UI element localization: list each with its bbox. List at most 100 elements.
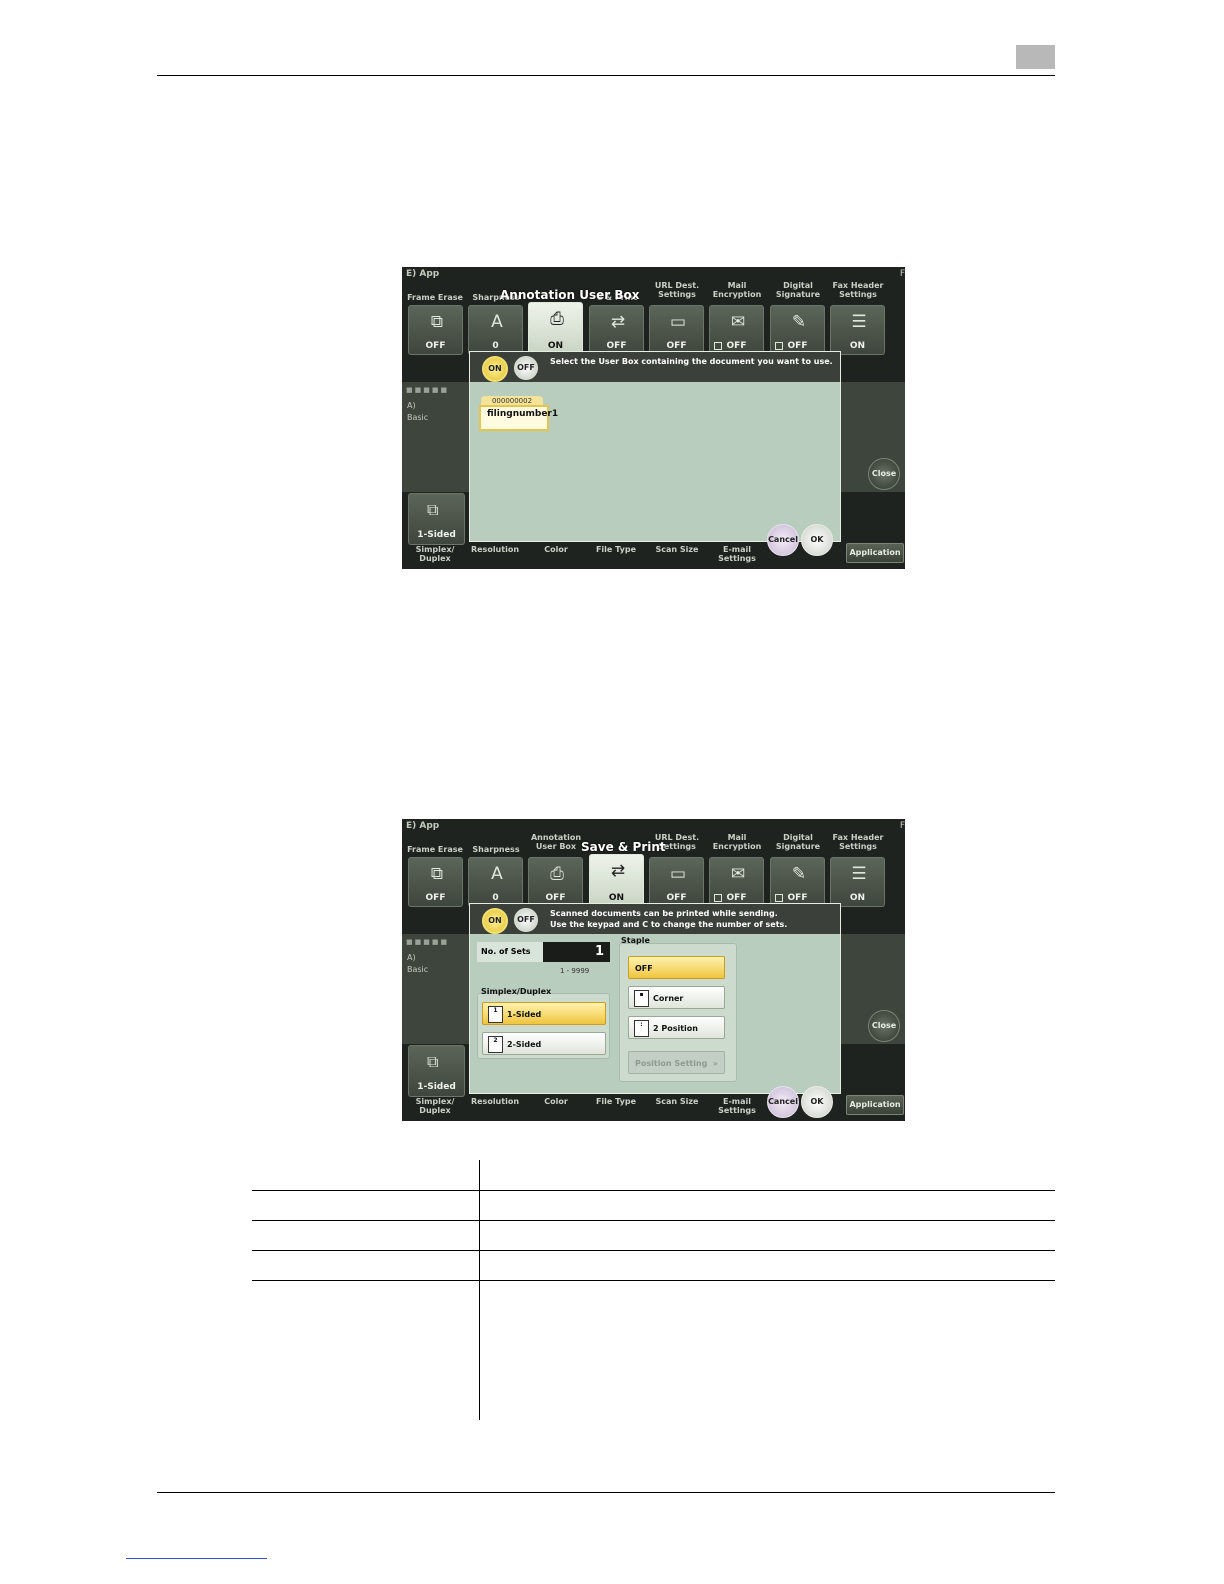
simplex-duplex-title: Simplex/Duplex	[481, 987, 552, 996]
staple-two-position-option[interactable]: :2 Position	[628, 1016, 725, 1039]
off-toggle[interactable]: OFF	[514, 908, 538, 932]
annotation-user-box-button[interactable]: ⎙ OFF	[528, 857, 583, 907]
bottom-label-email-settings: E-mail Settings	[718, 545, 756, 563]
bottom-label-file-type: File Type	[595, 545, 637, 554]
save-print-panel: ON OFF Scanned documents can be printed …	[469, 903, 841, 1094]
bottom-label-simplex: Simplex/ Duplex	[415, 1097, 455, 1115]
url-dest-settings-button[interactable]: ▭ OFF	[649, 305, 704, 355]
page-number-box	[1016, 45, 1055, 69]
bottom-label-resolution: Resolution	[470, 1097, 520, 1106]
strip-basic-label: A) Basic	[407, 401, 429, 422]
bottom-label-scan-size: Scan Size	[655, 1097, 699, 1106]
screen-header-right: F	[899, 269, 905, 279]
strip-dots: ■■■■■	[406, 386, 450, 394]
staple-two-position-icon: :	[634, 1020, 649, 1037]
url-dest-settings-button[interactable]: ▭ OFF	[649, 857, 704, 907]
fn-label-annotation-user-box: Annotation User Box	[530, 833, 582, 851]
table-row-rule	[252, 1220, 1055, 1221]
screen-header: E) App	[406, 821, 440, 831]
simplex-duplex-button[interactable]: ⧉ 1-Sided	[408, 1045, 465, 1097]
panel-message: Scanned documents can be printed while s…	[550, 909, 788, 929]
mail-encryption-button[interactable]: ✉ OFF	[709, 305, 764, 355]
bottom-label-scan-size: Scan Size	[655, 545, 699, 554]
staple-title: Staple	[621, 936, 650, 945]
staple-off-option[interactable]: OFF	[628, 956, 725, 979]
frame-erase-icon: ⧉	[430, 864, 444, 884]
two-sided-icon: 2	[488, 1036, 503, 1053]
ok-button[interactable]: OK	[801, 524, 833, 556]
sharpness-button[interactable]: A0	[468, 857, 523, 907]
no-of-sets-input[interactable]: 1	[543, 942, 610, 962]
table-row-rule	[252, 1280, 1055, 1281]
application-button[interactable]: Application	[846, 543, 904, 563]
sets-range: 1 - 9999	[560, 967, 590, 975]
save-print-button[interactable]: ⇄ OFF	[589, 305, 644, 355]
url-dest-icon: ▭	[669, 312, 687, 332]
digital-signature-icon: ✎	[791, 312, 807, 332]
screen-header: E) App	[406, 269, 440, 279]
screen-save-print: E) App F Frame Erase Sharpness Annotatio…	[402, 819, 905, 1121]
save-print-button[interactable]: ⇄ ON	[589, 854, 644, 907]
staple-corner-icon: ▪	[634, 990, 649, 1007]
printer-icon: ⎙	[550, 864, 564, 884]
one-sided-icon: 1	[488, 1006, 503, 1023]
annotation-user-box-panel: ON OFF Select the User Box containing th…	[469, 351, 841, 542]
table-row-rule	[252, 1190, 1055, 1191]
strip-dots: ■■■■■	[406, 938, 450, 946]
annotation-user-box-button[interactable]: ⎙ ON	[528, 302, 583, 355]
fn-label-frame-erase: Frame Erase	[407, 293, 463, 302]
fax-header-icon: ☰	[851, 312, 867, 332]
printer-icon: ⎙	[550, 309, 564, 329]
basic-strip: ■■■■■ A) Basic	[402, 382, 472, 492]
one-sided-option[interactable]: 1 1-Sided	[482, 1002, 606, 1025]
fn-label-fax-header: Fax Header Settings	[832, 281, 884, 299]
strip-basic-label: A) Basic	[407, 953, 429, 974]
fn-label-frame-erase: Frame Erase	[407, 845, 463, 854]
digital-signature-button[interactable]: ✎ OFF	[770, 305, 825, 355]
bottom-label-email-settings: E-mail Settings	[718, 1097, 756, 1115]
screen-header-right: F	[899, 821, 905, 831]
bottom-label-file-type: File Type	[595, 1097, 637, 1106]
off-toggle[interactable]: OFF	[514, 356, 538, 380]
simplex-duplex-button[interactable]: ⧉ 1-Sided	[408, 493, 465, 545]
footer-rule	[157, 1492, 1055, 1493]
fax-header-icon: ☰	[851, 864, 867, 884]
frame-erase-button[interactable]: ⧉ OFF	[408, 857, 463, 907]
fn-label-url-dest: URL Dest. Settings	[654, 281, 700, 299]
application-button[interactable]: Application	[846, 1095, 904, 1115]
digital-signature-button[interactable]: ✎ OFF	[770, 857, 825, 907]
table-row-rule	[252, 1250, 1055, 1251]
dialog-title: Save & Print	[581, 840, 666, 854]
footer-link-underline[interactable]	[126, 1558, 267, 1559]
sharpness-button[interactable]: A0	[468, 305, 523, 355]
cancel-button[interactable]: Cancel	[767, 1086, 799, 1118]
position-setting-button[interactable]: Position Setting»	[628, 1051, 725, 1074]
fn-label-digital-signature: Digital Signature	[775, 281, 821, 299]
two-sided-option[interactable]: 2 2-Sided	[482, 1032, 606, 1055]
dialog-title: Annotation User Box	[500, 288, 640, 302]
close-button[interactable]: Close	[868, 458, 900, 490]
fn-label-digital-signature: Digital Signature	[775, 833, 821, 851]
cancel-button[interactable]: Cancel	[767, 524, 799, 556]
fax-header-settings-button[interactable]: ☰ ON	[830, 857, 885, 907]
ok-button[interactable]: OK	[801, 1086, 833, 1118]
basic-strip: ■■■■■ A) Basic	[402, 934, 472, 1044]
bottom-label-color: Color	[544, 545, 568, 554]
mail-encryption-button[interactable]: ✉ OFF	[709, 857, 764, 907]
one-sided-icon: ⧉	[427, 500, 439, 519]
bottom-label-color: Color	[544, 1097, 568, 1106]
frame-erase-button[interactable]: ⧉ OFF	[408, 305, 463, 355]
user-box-folder[interactable]: 000000002 filingnumber1	[479, 396, 558, 434]
bottom-label-resolution: Resolution	[470, 545, 520, 554]
staple-corner-option[interactable]: ▪ Corner	[628, 986, 725, 1009]
mail-encryption-icon: ✉	[730, 312, 746, 332]
on-toggle[interactable]: ON	[482, 908, 508, 934]
header-rule	[157, 75, 1055, 76]
fax-header-settings-button[interactable]: ☰ ON	[830, 305, 885, 355]
sharpness-icon: A	[491, 864, 503, 884]
close-button[interactable]: Close	[868, 1010, 900, 1042]
mail-encryption-icon: ✉	[730, 864, 746, 884]
on-toggle[interactable]: ON	[482, 356, 508, 382]
fn-label-mail-encryption: Mail Encryption	[712, 833, 762, 851]
one-sided-icon: ⧉	[427, 1052, 439, 1071]
